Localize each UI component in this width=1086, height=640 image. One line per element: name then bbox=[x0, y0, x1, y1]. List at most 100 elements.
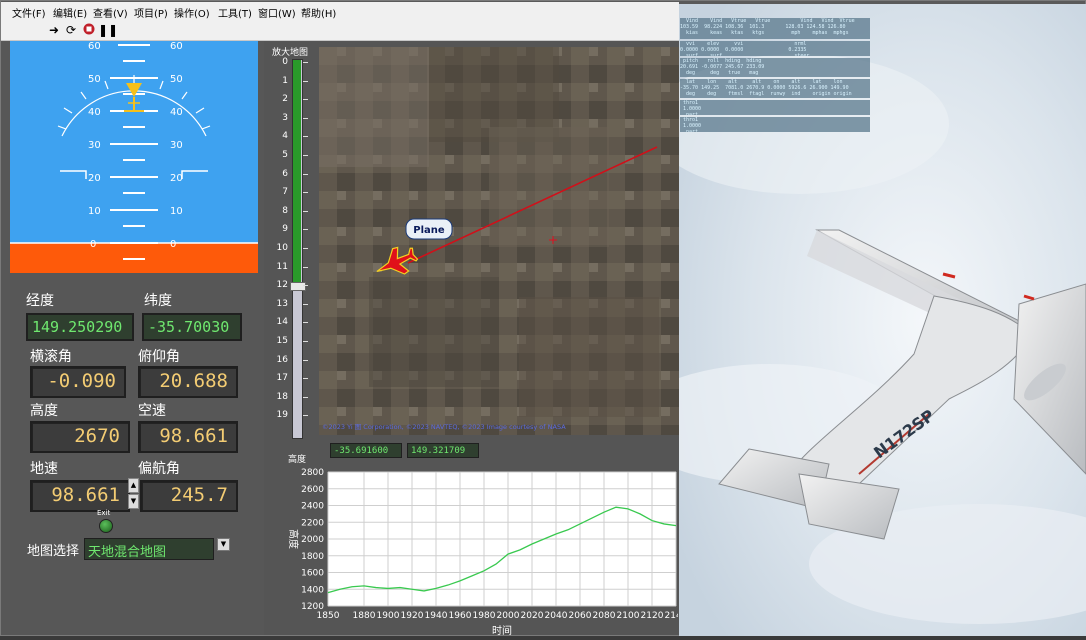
menu-help[interactable]: 帮助(H) bbox=[301, 5, 336, 20]
x-tick-label: 2100 bbox=[617, 611, 640, 621]
x-axis-label: 时间 bbox=[492, 624, 512, 636]
zoom-tick-mark bbox=[303, 248, 308, 249]
decrement-arrow-icon[interactable]: ▼ bbox=[128, 494, 139, 509]
dropdown-arrow-icon[interactable]: ▼ bbox=[217, 538, 230, 551]
exit-button[interactable] bbox=[99, 519, 113, 533]
pitch-label: 俯仰角 bbox=[138, 349, 180, 365]
latitude-display: -35.70030 bbox=[142, 313, 242, 341]
map-select-dropdown[interactable]: 天地混合地图 bbox=[84, 538, 214, 560]
zoom-thumb[interactable] bbox=[290, 282, 306, 292]
zoom-tick-mark bbox=[303, 136, 308, 138]
y-tick-label: 1800 bbox=[301, 552, 324, 562]
zoom-fill bbox=[293, 60, 301, 286]
sim-data-row-position: lat lon alt alt on alt lat lon -35.70 14… bbox=[680, 79, 870, 98]
zoom-tick-label: 13 bbox=[276, 298, 288, 309]
zoom-tick-mark bbox=[303, 210, 308, 212]
pitch-value: 20.688 bbox=[159, 370, 228, 392]
exit-label: Exit bbox=[97, 509, 111, 517]
zoom-tick-label: 7 bbox=[282, 187, 288, 198]
sim-data-row-speeds: Vind Vind Vtrue Vtrue Vind Vind Vtrue 10… bbox=[680, 18, 870, 39]
zoom-tick-label: 16 bbox=[276, 354, 288, 365]
x-tick-label: 1880 bbox=[353, 611, 376, 621]
menu-operate[interactable]: 操作(O) bbox=[174, 5, 210, 20]
sim-data-row-throttle-1: thro1 1.0000 part bbox=[680, 100, 870, 115]
groundspeed-value: 98.661 bbox=[51, 484, 120, 506]
zoom-tick-label: 15 bbox=[276, 336, 288, 346]
zoom-tick-label: 10 bbox=[276, 243, 288, 253]
pitch-label-20-right: 20 bbox=[170, 173, 183, 184]
x-tick-label: 2120 bbox=[641, 611, 664, 621]
abort-stop-icon[interactable] bbox=[82, 23, 96, 37]
menu-project[interactable]: 项目(P) bbox=[134, 5, 168, 20]
y-tick-label: 2800 bbox=[301, 468, 324, 478]
y-tick-label: 2000 bbox=[301, 535, 324, 545]
zoom-tick-mark bbox=[303, 378, 308, 380]
map-select-label: 地图选择 bbox=[27, 544, 80, 559]
airspeed-display: 98.661 bbox=[138, 421, 238, 453]
zoom-tick-mark bbox=[303, 117, 308, 119]
heading-value: 245.7 bbox=[170, 484, 228, 506]
x-tick-label: 2040 bbox=[545, 611, 568, 621]
zoom-tick-label: 17 bbox=[276, 373, 288, 384]
flight-simulator-view: N172SP Vind Vind Vtrue Vtrue Vind Vind V… bbox=[679, 4, 1086, 636]
zoom-tick-mark bbox=[303, 359, 308, 361]
zoom-tick-label: 14 bbox=[276, 317, 288, 328]
map-copyright: ©2023 Yi 图 Corporation, ©2023 NAVTEQ, ©2… bbox=[322, 423, 566, 431]
zoom-tick-mark bbox=[303, 173, 308, 175]
continuous-run-icon[interactable]: ⟳ bbox=[64, 23, 78, 37]
zoom-tick-label: 11 bbox=[276, 261, 288, 272]
x-tick-label: 1920 bbox=[401, 611, 424, 621]
plane-tooltip: Plane bbox=[405, 218, 453, 240]
menu-tools[interactable]: 工具(T) bbox=[218, 5, 252, 20]
x-tick-label: 2020 bbox=[521, 611, 544, 621]
zoom-tick-mark bbox=[303, 303, 308, 305]
menu-edit[interactable]: 编辑(E) bbox=[53, 5, 87, 20]
x-tick-label: 1940 bbox=[425, 611, 448, 621]
x-tick-label: 1850 bbox=[317, 611, 340, 621]
pause-icon[interactable]: ❚❚ bbox=[98, 23, 118, 37]
zoom-tick-label: 6 bbox=[282, 168, 288, 179]
zoom-tick-mark bbox=[303, 341, 308, 342]
menu-view[interactable]: 查看(V) bbox=[93, 5, 128, 20]
heading-label: 偏航角 bbox=[138, 461, 180, 477]
increment-arrow-icon[interactable]: ▲ bbox=[128, 478, 139, 493]
zoom-tick-label: 3 bbox=[282, 112, 288, 123]
zoom-tick-mark bbox=[303, 80, 308, 82]
y-tick-label: 1400 bbox=[301, 585, 324, 595]
y-tick-label: 2600 bbox=[301, 485, 324, 495]
heading-stepper[interactable]: ▲ ▼ bbox=[128, 478, 139, 509]
pitch-label-10-right: 10 bbox=[170, 206, 183, 217]
zoom-slider[interactable]: 0 1 2 3 4 5 6 7 8 9 10 11 12 13 14 15 16 17 18 19 bbox=[274, 57, 316, 439]
pitch-label-30-left: 30 bbox=[88, 140, 101, 151]
pitch-label-20-left: 20 bbox=[88, 173, 101, 184]
pitch-label-40-right: 40 bbox=[170, 107, 183, 118]
heading-display[interactable]: 245.7 bbox=[140, 480, 238, 512]
run-arrow-icon[interactable]: ➜ bbox=[47, 23, 61, 37]
latitude-value: -35.70030 bbox=[148, 318, 230, 336]
pitch-label-0-left: 0 bbox=[90, 239, 96, 250]
attitude-indicator: 60 60 50 50 40 40 30 30 20 20 10 10 0 0 bbox=[10, 41, 258, 273]
zoom-tick-label: 12 bbox=[276, 280, 288, 291]
airspeed-label: 空速 bbox=[138, 403, 166, 419]
groundspeed-label: 地速 bbox=[30, 461, 58, 477]
zoom-tick-mark bbox=[303, 155, 308, 156]
menu-bar: 文件(F) 编辑(E) 查看(V) 项目(P) 操作(O) 工具(T) 窗口(W… bbox=[1, 2, 679, 20]
zoom-tick-label: 9 bbox=[282, 224, 288, 235]
menu-file[interactable]: 文件(F) bbox=[12, 5, 46, 20]
altitude-display: 2670 bbox=[30, 421, 130, 453]
longitude-readout: 149.321709 bbox=[407, 443, 479, 458]
map-view[interactable]: Plane ©2023 Yi 图 Corporation, ©2023 NAVT… bbox=[319, 47, 679, 435]
pitch-label-60-right: 60 bbox=[170, 41, 183, 52]
zoom-tick-mark bbox=[303, 285, 308, 287]
groundspeed-display: 98.661 bbox=[30, 480, 130, 512]
latitude-label: 纬度 bbox=[144, 293, 172, 309]
altitude-label: 高度 bbox=[30, 403, 58, 419]
sim-data-row-throttle-2: thro1 1.0000 part bbox=[680, 117, 870, 132]
x-tick-label: 1960 bbox=[449, 611, 472, 621]
zoom-tick-label: 2 bbox=[282, 94, 288, 105]
plane-label: Plane bbox=[413, 225, 445, 236]
sim-data-row-attitude: pitch roll hding hding 20.691 -0.0077 24… bbox=[680, 58, 870, 77]
zoom-tick-label: 1 bbox=[282, 75, 288, 86]
longitude-value: 149.250290 bbox=[32, 318, 123, 336]
menu-window[interactable]: 窗口(W) bbox=[258, 5, 296, 20]
